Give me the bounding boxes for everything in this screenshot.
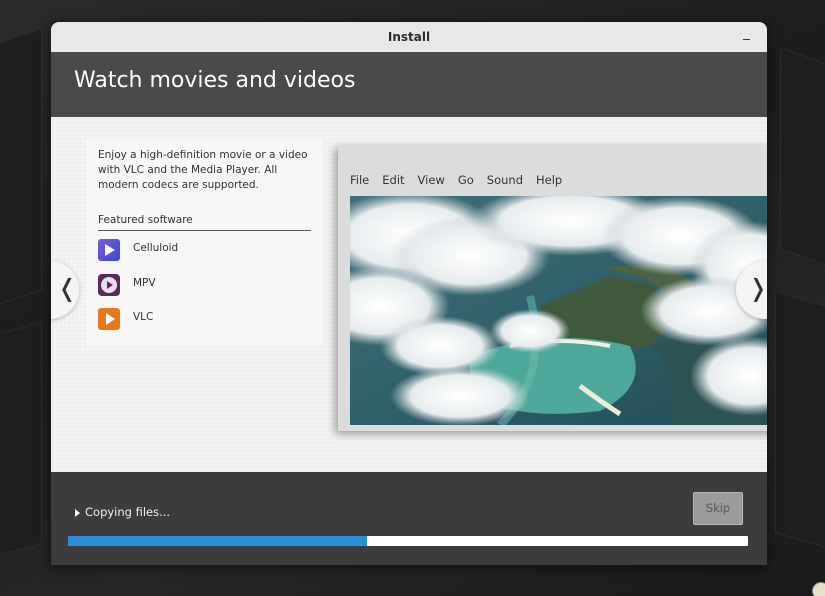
app-name: Celluloid — [133, 242, 179, 254]
desktop-background: Install Watch movies and videos Enjoy a … — [0, 0, 825, 596]
app-name: VLC — [133, 311, 154, 323]
desktop-decoration — [0, 28, 42, 314]
slide-header: Watch movies and videos — [51, 52, 767, 117]
window-title: Install — [387, 30, 431, 44]
screenshot-menu-sound: Sound — [486, 173, 523, 187]
slide-body: Enjoy a high-definition movie or a video… — [51, 117, 767, 472]
app-item-celluloid[interactable]: Celluloid — [98, 239, 298, 261]
app-item-vlc[interactable]: VLC — [98, 308, 298, 330]
chevron-right-icon: ❭ — [748, 274, 767, 302]
chevron-left-icon: ❬ — [57, 274, 78, 302]
screenshot-menu-view: View — [417, 173, 445, 187]
screenshot-menubar: File Edit View Go Sound Help — [350, 173, 575, 193]
screenshot-menu-edit: Edit — [382, 173, 405, 187]
desktop-decoration — [775, 291, 825, 551]
app-item-mpv[interactable]: MPV — [98, 274, 298, 296]
installer-window: Install Watch movies and videos Enjoy a … — [51, 22, 767, 565]
screenshot-menu-file: File — [350, 173, 370, 187]
slide-title: Watch movies and videos — [74, 68, 356, 93]
screenshot-menu-go: Go — [457, 173, 474, 187]
aerial-video-frame — [350, 196, 767, 425]
vlc-icon — [98, 308, 120, 330]
skip-button[interactable]: Skip — [693, 492, 743, 525]
expand-triangle-icon[interactable] — [75, 509, 80, 517]
celluloid-icon — [98, 239, 120, 261]
desktop-decoration — [0, 322, 42, 560]
info-card: Enjoy a high-definition movie or a video… — [86, 139, 322, 345]
screenshot-menu-help: Help — [536, 173, 563, 187]
desktop-decoration — [780, 46, 825, 276]
progress-fill — [68, 536, 368, 546]
previous-slide-button[interactable]: ❬ — [51, 261, 79, 319]
installer-footer: Copying files... Skip — [51, 472, 767, 565]
minimize-button[interactable] — [739, 28, 755, 44]
mpv-icon — [98, 274, 120, 296]
divider — [98, 230, 311, 231]
progress-bar — [68, 536, 748, 546]
aerial-landscape-image — [350, 196, 767, 425]
app-name: MPV — [133, 277, 156, 289]
media-player-screenshot: File Edit View Go Sound Help — [338, 145, 767, 431]
tray-icon[interactable] — [812, 582, 825, 596]
featured-software-label: Featured software — [98, 214, 193, 226]
title-bar[interactable]: Install — [51, 22, 767, 53]
slide-description: Enjoy a high-definition movie or a video… — [98, 149, 308, 191]
status-text[interactable]: Copying files... — [85, 505, 170, 519]
